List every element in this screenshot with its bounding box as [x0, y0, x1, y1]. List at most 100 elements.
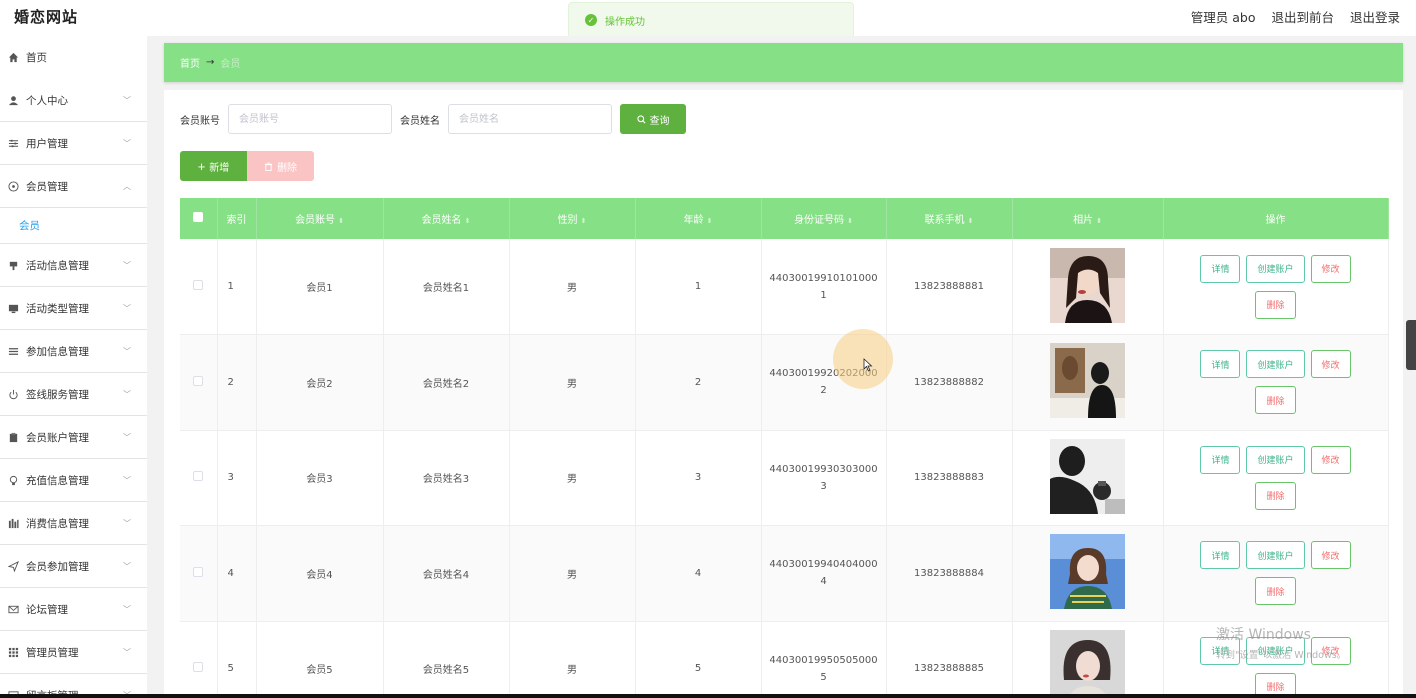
row-account: 会员4	[256, 525, 384, 622]
row-phone: 13823888885	[886, 621, 1013, 698]
column-header[interactable]: 联系手机 ⬍	[886, 198, 1013, 239]
column-header[interactable]: 会员姓名 ⬍	[383, 198, 510, 239]
row-account: 会员2	[256, 334, 384, 431]
edit-button[interactable]: 修改	[1310, 541, 1351, 570]
delete-button[interactable]: 删除	[1255, 386, 1296, 415]
breadcrumb-home[interactable]: 首页	[180, 55, 200, 70]
column-header[interactable]: 身份证号码 ⬍	[761, 198, 887, 239]
detail-button[interactable]: 详情	[1200, 254, 1241, 283]
row-checkbox[interactable]	[193, 471, 204, 482]
sidebar-item-label: 会员账户管理	[26, 431, 89, 444]
member-photo[interactable]	[1050, 343, 1125, 419]
bottom-edge	[0, 694, 1416, 698]
delete-button[interactable]: 删除	[1255, 577, 1296, 606]
compass-icon	[7, 180, 19, 192]
row-account: 会员3	[256, 430, 384, 526]
sidebar-item-members[interactable]: 会员管理 ︿	[0, 165, 147, 208]
row-account: 会员1	[256, 239, 384, 335]
sidebar-item-admins[interactable]: 管理员管理 ﹀	[0, 631, 147, 674]
row-checkbox[interactable]	[193, 375, 204, 386]
sidebar-item-home[interactable]: 首页	[0, 36, 147, 79]
row-index: 2	[217, 334, 257, 431]
row-index: 1	[217, 239, 257, 335]
query-button[interactable]: 查询	[620, 104, 686, 134]
column-header: 索引	[217, 198, 257, 239]
main-area: 首页 → 会员 会员账号 会员姓名 查询 + 新增	[147, 36, 1416, 698]
table-row: 4 会员4 会员姓名4 男 4 440300199404040004 13823…	[180, 525, 1389, 622]
column-header: 操作	[1163, 198, 1389, 239]
row-checkbox[interactable]	[193, 662, 204, 673]
delete-button[interactable]: 删除	[1255, 290, 1296, 319]
sidebar-subitem-member[interactable]: 会员	[0, 208, 147, 244]
member-photo[interactable]	[1050, 629, 1125, 698]
row-name: 会员姓名4	[383, 525, 510, 622]
select-all-header[interactable]	[180, 198, 218, 239]
row-account: 会员5	[256, 621, 384, 698]
sidebar-item-users[interactable]: 用户管理 ﹀	[0, 122, 147, 165]
chevron-down-icon: ﹀	[123, 139, 131, 148]
sort-icon: ⬍	[967, 217, 974, 225]
clipboard-icon	[7, 431, 19, 443]
row-actions: 详情 创建账户 修改 删除	[1181, 254, 1371, 319]
edit-button[interactable]: 修改	[1310, 350, 1351, 379]
create-account-button[interactable]: 创建账户	[1246, 445, 1305, 474]
detail-button[interactable]: 详情	[1200, 541, 1241, 570]
send-icon	[7, 560, 19, 572]
front-link[interactable]: 退出到前台	[1271, 7, 1334, 26]
row-phone: 13823888883	[886, 430, 1013, 526]
breadcrumb-current: 会员	[220, 59, 241, 70]
create-account-button[interactable]: 创建账户	[1246, 541, 1305, 570]
create-account-button[interactable]: 创建账户	[1246, 350, 1305, 379]
sidebar-item-label: 充值信息管理	[26, 474, 89, 487]
check-circle-icon: ✓	[585, 14, 597, 26]
row-actions: 详情 创建账户 修改 删除	[1181, 541, 1371, 606]
name-search-input[interactable]	[448, 104, 612, 134]
row-age: 1	[635, 239, 762, 335]
member-photo[interactable]	[1050, 534, 1125, 610]
column-header[interactable]: 相片 ⬍	[1012, 198, 1164, 239]
monitor-icon	[7, 302, 19, 314]
sidebar: 首页 个人中心 ﹀ 用户管理 ﹀ 会员管理 ︿ 会员 活动信息管理 ﹀ 活动类型…	[0, 36, 147, 698]
sidebar-item-activity-info[interactable]: 活动信息管理 ﹀	[0, 244, 147, 287]
edit-button[interactable]: 修改	[1310, 445, 1351, 474]
sliders-icon	[7, 137, 19, 149]
detail-button[interactable]: 详情	[1200, 350, 1241, 379]
sidebar-item-member-join[interactable]: 会员参加管理 ﹀	[0, 545, 147, 588]
list-icon	[7, 345, 19, 357]
sidebar-item-label: 会员管理	[26, 180, 68, 193]
edit-button[interactable]: 修改	[1310, 254, 1351, 283]
member-photo[interactable]	[1050, 247, 1125, 323]
chevron-down-icon: ﹀	[123, 605, 131, 614]
logout-link[interactable]: 退出登录	[1350, 7, 1400, 26]
chevron-down-icon: ﹀	[123, 562, 131, 571]
account-label: 会员账号	[180, 115, 220, 127]
sort-icon: ⬍	[464, 217, 471, 225]
column-header[interactable]: 年龄 ⬍	[635, 198, 762, 239]
sidebar-item-personal[interactable]: 个人中心 ﹀	[0, 79, 147, 122]
sidebar-item-activity-type[interactable]: 活动类型管理 ﹀	[0, 287, 147, 330]
column-header[interactable]: 会员账号 ⬍	[256, 198, 384, 239]
add-button-label: 新增	[209, 162, 230, 174]
row-checkbox[interactable]	[193, 566, 204, 577]
row-checkbox[interactable]	[193, 280, 204, 290]
detail-button[interactable]: 详情	[1200, 445, 1241, 474]
delete-button[interactable]: 删除	[1255, 481, 1296, 510]
sidebar-item-consumption[interactable]: 消费信息管理 ﹀	[0, 502, 147, 545]
side-scroll-handle[interactable]	[1406, 320, 1416, 370]
account-search-input[interactable]	[228, 104, 392, 134]
sidebar-item-participation[interactable]: 参加信息管理 ﹀	[0, 330, 147, 373]
select-all-checkbox[interactable]	[193, 212, 204, 222]
create-account-button[interactable]: 创建账户	[1246, 254, 1305, 283]
column-header[interactable]: 性别 ⬍	[509, 198, 636, 239]
member-photo[interactable]	[1050, 438, 1125, 514]
sidebar-item-service[interactable]: 签线服务管理 ﹀	[0, 373, 147, 416]
sidebar-item-recharge[interactable]: 充值信息管理 ﹀	[0, 459, 147, 502]
site-logo: 婚恋网站	[14, 8, 79, 26]
batch-delete-button[interactable]: 删除	[247, 151, 314, 181]
row-index: 5	[217, 621, 257, 698]
add-button[interactable]: + 新增	[180, 151, 247, 181]
sidebar-item-forum[interactable]: 论坛管理 ﹀	[0, 588, 147, 631]
row-gender: 男	[509, 334, 636, 431]
watermark-line2: 转到"设置"以激活 Windows。	[1216, 650, 1347, 661]
sidebar-item-member-account[interactable]: 会员账户管理 ﹀	[0, 416, 147, 459]
